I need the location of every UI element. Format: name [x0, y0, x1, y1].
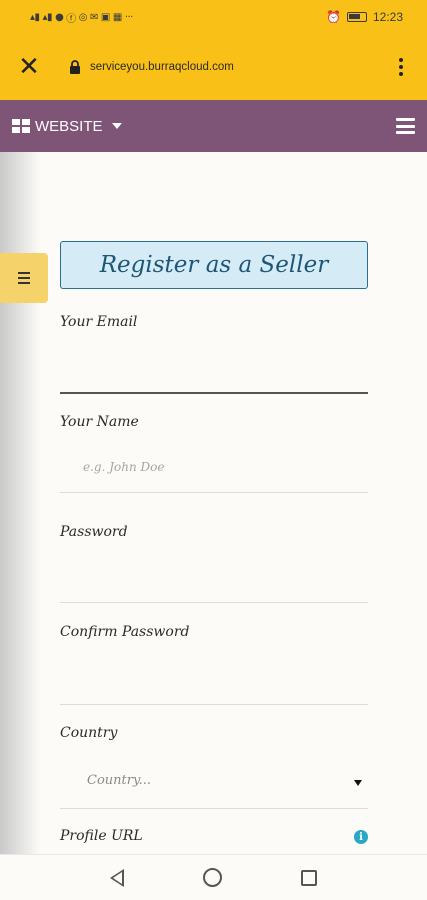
status-time: 12:23 [372, 10, 403, 24]
whatsapp-icon: ◎ [78, 11, 88, 23]
status-bar: ▴▮ ▴▮ ● ⓕ ◎ ✉ ▣ ▦ ··· ⏰ 12:23 [0, 0, 427, 34]
country-select[interactable]: Country... [60, 759, 368, 799]
confirm-password-field[interactable] [60, 704, 368, 705]
email-field[interactable] [60, 392, 368, 394]
page-content: Register as a Seller Your Email Your Nam… [0, 152, 427, 854]
password-field[interactable] [60, 602, 368, 603]
email-label: Your Email [60, 314, 138, 330]
website-navbar: WEBSITE [0, 100, 427, 152]
name-field-group: Your Name e.g. John Doe [60, 414, 368, 494]
browser-toolbar: ✕ serviceyou.burraqcloud.com [0, 34, 427, 100]
apps-grid-icon [12, 119, 30, 133]
recents-square-icon[interactable] [301, 869, 318, 886]
notification-icons: ▴▮ ▴▮ ● ⓕ ◎ ✉ ▣ ▦ ··· [30, 10, 133, 25]
signal-icon: ▴▮ [30, 11, 40, 23]
mail-icon: ✉ [90, 11, 98, 23]
notification-icon: ● [55, 11, 64, 23]
chevron-down-icon [354, 780, 362, 786]
country-select-value: Country... [87, 773, 151, 788]
alarm-icon: ⏰ [326, 10, 341, 24]
hamburger-menu-icon[interactable] [396, 118, 415, 134]
name-field[interactable] [60, 492, 368, 493]
close-icon[interactable]: ✕ [0, 34, 58, 100]
country-label: Country [60, 725, 118, 741]
caret-down-icon [111, 123, 122, 129]
form-title-box: Register as a Seller [60, 241, 368, 289]
country-field-group: Country Country... [60, 725, 368, 809]
website-label: WEBSITE [35, 117, 103, 135]
more-icon: ··· [124, 11, 134, 23]
facebook-icon: ⓕ [66, 13, 76, 25]
password-label: Password [60, 524, 128, 540]
menu-lines-icon [18, 272, 30, 284]
password-field-group: Password [60, 524, 368, 604]
name-placeholder[interactable]: e.g. John Doe [83, 460, 164, 474]
lock-icon [64, 59, 86, 75]
page-title: Register as a Seller [99, 252, 329, 278]
info-icon[interactable]: i [354, 830, 368, 844]
back-triangle-icon[interactable] [109, 868, 124, 887]
home-circle-icon[interactable] [202, 868, 222, 887]
email-field-group: Your Email [60, 314, 368, 394]
battery-icon [346, 12, 367, 22]
system-navigation-bar [0, 854, 427, 900]
website-dropdown[interactable]: WEBSITE [12, 118, 122, 135]
more-vertical-icon[interactable] [375, 34, 427, 100]
photo-icon: ▣ [100, 11, 110, 23]
confirm-password-label: Confirm Password [60, 624, 190, 640]
profile-url-label: Profile URL [60, 828, 143, 844]
sidebar-toggle[interactable] [0, 253, 48, 303]
country-underline [60, 808, 368, 809]
profile-url-field-group: Profile URL i [60, 828, 368, 854]
linkedin-icon: ▦ [112, 11, 122, 23]
url-text[interactable]: serviceyou.burraqcloud.com [90, 61, 234, 73]
signal-icon: ▴▮ [42, 11, 53, 23]
confirm-password-field-group: Confirm Password [60, 624, 368, 706]
name-label: Your Name [60, 414, 139, 430]
